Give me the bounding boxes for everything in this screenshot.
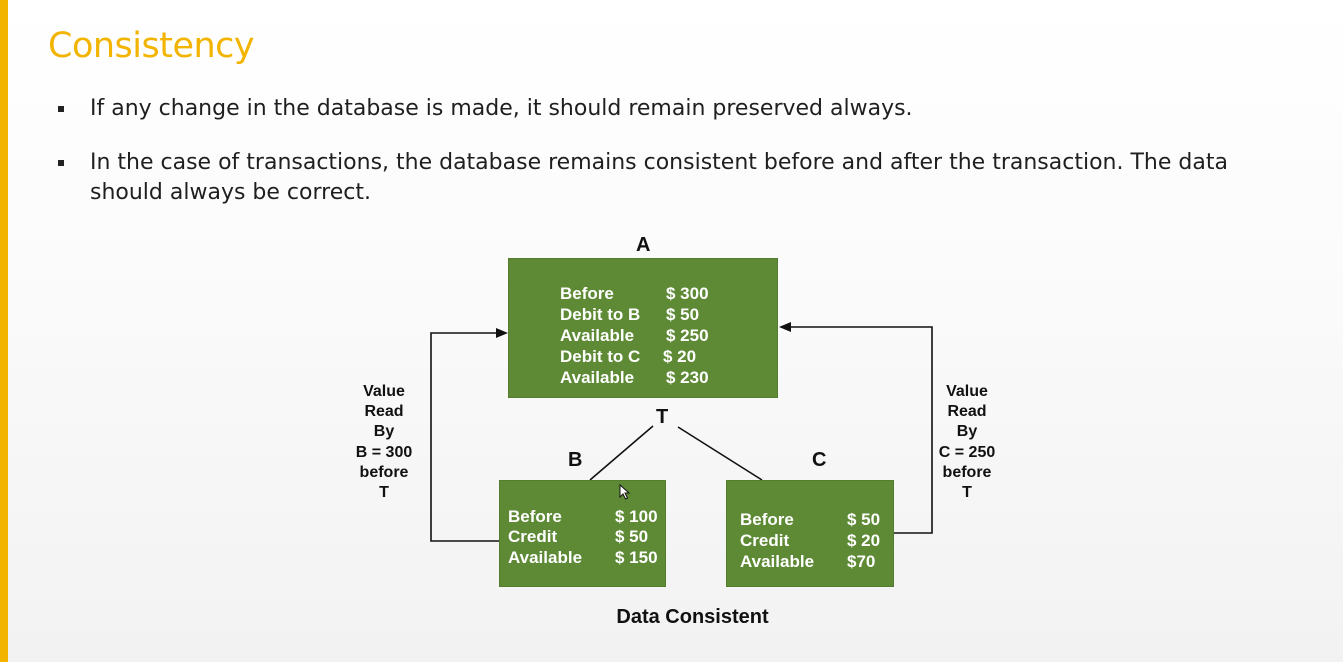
account-c-row: Before $ 50 [726, 510, 894, 531]
row-label: Credit [740, 531, 790, 550]
row-value: $ 20 [663, 347, 697, 366]
note-line: B = 300 [355, 443, 413, 461]
row-value: $ 100 [615, 507, 658, 526]
row-value: $ 230 [666, 368, 709, 387]
note-line: before [359, 463, 409, 481]
t-to-b-line [589, 425, 654, 481]
account-c-row: Credit $ 20 [726, 531, 894, 552]
row-value: $ 50 [615, 527, 649, 546]
note-line: Value [363, 383, 405, 400]
slide: Consistency If any change in the databas… [0, 0, 1343, 662]
consistency-diagram: A B C T Before $ 300 Debit to B $ 50 Ava… [0, 0, 1343, 662]
note-line: By [373, 423, 395, 441]
row-value: $ 250 [666, 326, 709, 345]
account-a-row: Debit to C $ 20 [508, 347, 778, 368]
row-value: $ 20 [847, 531, 881, 550]
t-to-c-line [677, 426, 763, 481]
row-label: Available [560, 326, 635, 345]
row-label: Before [560, 284, 614, 303]
account-b-row: Available $ 150 [499, 548, 666, 569]
row-label: Credit [508, 527, 558, 546]
note-line: Read [947, 403, 987, 421]
row-label: Before [508, 507, 562, 526]
row-value: $ 50 [847, 510, 881, 529]
row-label: Available [560, 368, 635, 387]
node-a-label: A [636, 234, 651, 256]
note-line: T [962, 484, 972, 502]
b-to-a-arrow [430, 328, 508, 542]
right-side-note: Value Read By C = 250 before T [922, 382, 1012, 503]
row-value: $ 50 [666, 305, 700, 324]
account-b-row: Before $ 100 [499, 507, 666, 528]
account-c-box: Before $ 50 Credit $ 20 Available $70 [726, 480, 894, 587]
row-value: $70 [847, 552, 876, 571]
note-line: C = 250 [938, 443, 996, 461]
account-a-row: Debit to B $ 50 [508, 305, 778, 326]
row-label: Available [740, 552, 815, 571]
row-label: Debit to C [560, 347, 641, 366]
row-label: Debit to B [560, 305, 641, 324]
account-a-row: Before $ 300 [508, 284, 778, 305]
mouse-cursor-icon [619, 484, 631, 500]
account-a-row: Available $ 250 [508, 326, 778, 347]
account-b-row: Credit $ 50 [499, 527, 666, 548]
note-line: By [956, 423, 978, 441]
row-label: Before [740, 510, 794, 529]
account-c-row: Available $70 [726, 552, 894, 573]
note-line: before [942, 463, 992, 481]
node-b-label: B [568, 449, 583, 471]
left-side-note: Value Read By B = 300 before T [339, 382, 429, 503]
note-line: Value [946, 383, 988, 400]
row-label: Available [508, 548, 583, 567]
node-c-label: C [812, 449, 827, 471]
note-line: Read [364, 403, 404, 421]
note-line: T [379, 484, 389, 502]
row-value: $ 150 [615, 548, 658, 567]
account-a-row: Available $ 230 [508, 368, 778, 389]
account-a-box: Before $ 300 Debit to B $ 50 Available $… [508, 258, 778, 398]
diagram-caption: Data Consistent [616, 606, 769, 628]
row-value: $ 300 [666, 284, 709, 303]
account-b-box: Before $ 100 Credit $ 50 Available $ 150 [499, 480, 666, 587]
transaction-label: T [656, 406, 669, 428]
